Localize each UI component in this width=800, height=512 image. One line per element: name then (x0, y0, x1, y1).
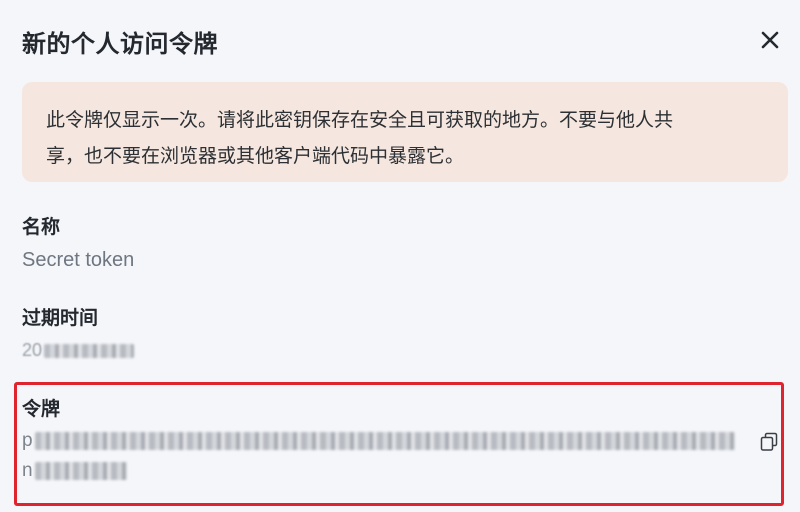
copy-token-button[interactable] (760, 432, 780, 452)
warning-banner: 此令牌仅显示一次。请将此密钥保存在安全且可获取的地方。不要与他人共 享，也不要在… (22, 82, 788, 182)
copy-icon (760, 432, 778, 451)
expiry-value: 20 (22, 340, 135, 361)
close-icon (761, 31, 779, 49)
warning-text-line2: 享，也不要在浏览器或其他客户端代码中暴露它。 (46, 145, 465, 167)
token-redacted-1 (34, 432, 735, 450)
expiry-value-visible: 20 (22, 340, 43, 360)
expiry-redacted (44, 343, 135, 358)
dialog-title: 新的个人访问令牌 (22, 30, 218, 58)
token-value-line2[interactable]: n (22, 460, 127, 482)
token-value-line1[interactable]: p (22, 430, 735, 452)
token-prefix-2: n (22, 460, 33, 481)
token-label: 令牌 (22, 398, 61, 420)
expiry-label: 过期时间 (22, 307, 99, 329)
warning-text-line1: 此令牌仅显示一次。请将此密钥保存在安全且可获取的地方。不要与他人共 (46, 109, 674, 131)
token-redacted-2 (34, 462, 127, 480)
close-button[interactable] (756, 26, 784, 54)
name-label: 名称 (22, 216, 61, 238)
token-dialog: 新的个人访问令牌 此令牌仅显示一次。请将此密钥保存在安全且可获取的地方。不要与他… (0, 0, 800, 512)
token-prefix-1: p (22, 430, 33, 451)
name-value: Secret token (22, 249, 135, 271)
